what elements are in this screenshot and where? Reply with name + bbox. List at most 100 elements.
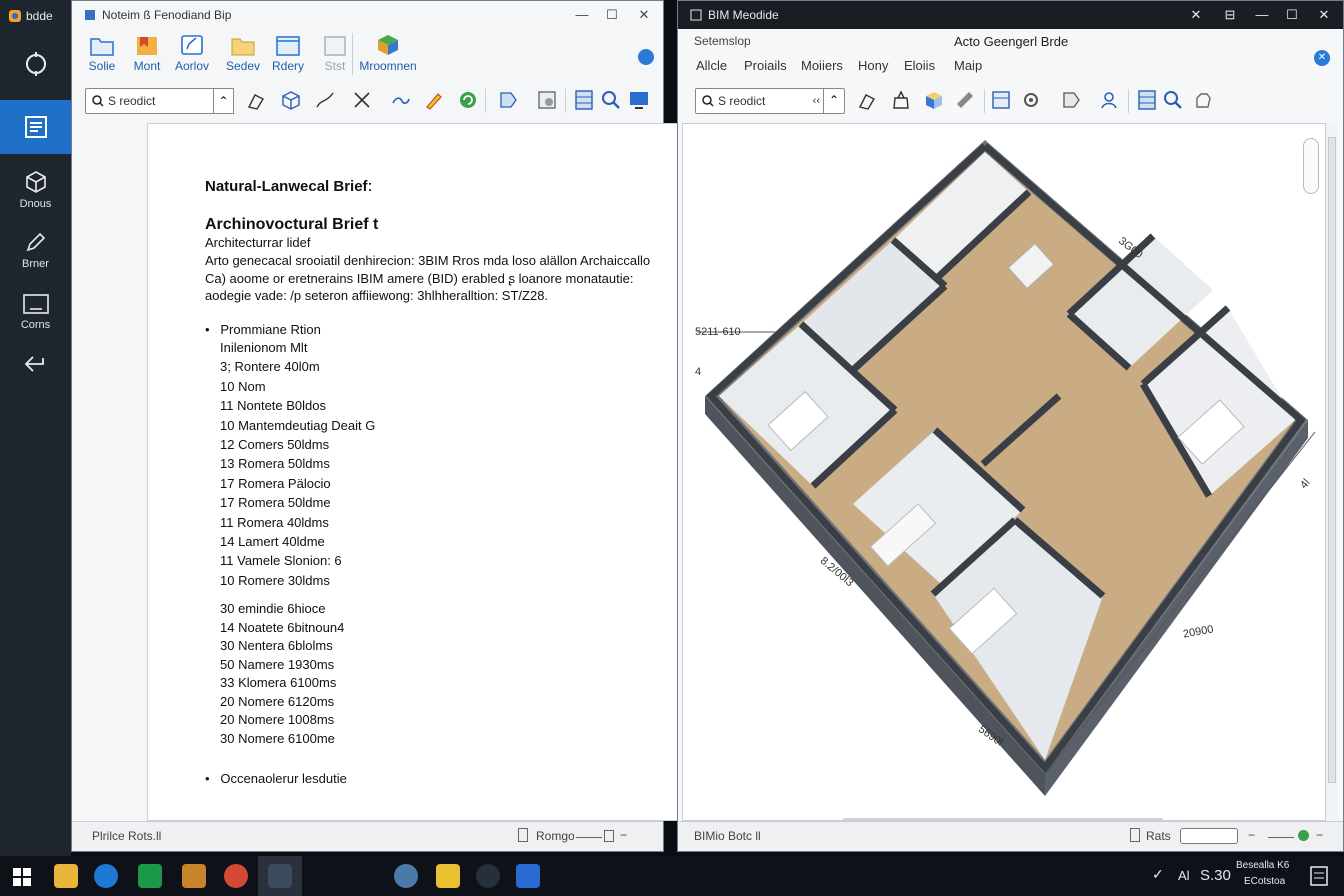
draw-tool-icon[interactable] xyxy=(314,89,336,111)
menu-item[interactable]: Eloiis xyxy=(904,58,935,73)
tag-tool-icon[interactable] xyxy=(1060,89,1082,111)
chevron-up-button[interactable]: ⌃ xyxy=(823,88,844,114)
notification-center-icon[interactable] xyxy=(1310,866,1328,886)
dimension-label: 5211-610 xyxy=(695,326,741,338)
doc-list-item: 20 Nomere 6120ms xyxy=(220,693,335,709)
erase-tool-icon[interactable] xyxy=(245,89,267,111)
document-window: Noteim ß Fenodiand Bip — ☐ ✕ Solie Mont … xyxy=(71,0,733,852)
doc-list-item: 11 Nontete B0ldos xyxy=(220,398,326,414)
zoom-out-button[interactable]: − xyxy=(620,828,627,842)
cube-tool-icon[interactable] xyxy=(923,89,945,111)
grid-tool-icon[interactable] xyxy=(573,89,595,111)
viewcube-nav-control[interactable] xyxy=(1303,138,1319,194)
sidebar-item-label: Dnous xyxy=(19,198,52,210)
document-canvas[interactable]: Natural-Lanwecal Briefː Archinovoctural … xyxy=(147,123,733,822)
ribbon-rdery-button[interactable]: Rdery xyxy=(262,33,314,73)
box-tool-icon[interactable] xyxy=(280,89,302,111)
sidebar-item-back[interactable] xyxy=(0,336,71,392)
refresh-icon[interactable] xyxy=(457,89,479,111)
bookmark-app-icon[interactable] xyxy=(182,864,206,888)
store-app-icon[interactable] xyxy=(516,864,540,888)
edge-browser-icon[interactable] xyxy=(94,864,118,888)
hand-tool-icon[interactable] xyxy=(1192,89,1214,111)
signal-indicator[interactable]: Al xyxy=(1178,868,1190,883)
menu-item[interactable]: Proiails xyxy=(744,58,787,73)
ribbon-label: Sedev xyxy=(225,59,261,73)
maximize-button[interactable]: ☐ xyxy=(1278,5,1306,25)
frame-icon xyxy=(22,294,49,314)
chevron-up-button[interactable]: ⌃ xyxy=(213,88,234,114)
cloud-app-icon[interactable] xyxy=(394,864,418,888)
doc-list-item: 12 Comers 50ldms xyxy=(220,437,330,452)
settings-doc-icon[interactable] xyxy=(536,89,558,111)
chat-app-icon[interactable] xyxy=(138,864,162,888)
highlighter-icon[interactable] xyxy=(423,89,445,111)
cad-app-icon[interactable] xyxy=(436,864,460,888)
menu-item[interactable]: Moiiers xyxy=(801,58,843,73)
panel-tool-icon[interactable] xyxy=(990,89,1012,111)
grid-tool-icon[interactable] xyxy=(1136,89,1158,111)
close-button[interactable]: ✕ xyxy=(630,5,658,25)
ruler-tool-icon[interactable] xyxy=(954,89,976,111)
chrome-browser-icon[interactable] xyxy=(224,864,248,888)
maximize-button[interactable]: ☐ xyxy=(598,5,626,25)
bim-scrollbar-thumb[interactable] xyxy=(1328,137,1336,783)
sidebar-item-dnous[interactable]: Dnous xyxy=(0,162,71,218)
gear-icon[interactable] xyxy=(1020,89,1042,111)
help-badge-icon[interactable] xyxy=(638,49,654,65)
clock-time[interactable]: S.30 xyxy=(1200,867,1231,884)
restore-button[interactable]: ⊟ xyxy=(1216,5,1244,25)
ribbon-mroomnen-button[interactable]: Mroomnen xyxy=(359,33,417,73)
doc-list-item: 10 Nom xyxy=(220,378,266,394)
sidebar-item-documents[interactable] xyxy=(0,100,71,154)
bim-vertical-scrollbar[interactable] xyxy=(1326,123,1338,821)
doc-bullet: • Prommiane Rtion xyxy=(205,322,321,337)
menu-item[interactable]: Hony xyxy=(858,58,888,73)
tag-tool-icon[interactable] xyxy=(497,89,519,111)
menu-item[interactable]: Allcle xyxy=(696,58,727,73)
sidebar-item-corns[interactable]: Corns xyxy=(0,284,71,340)
user-search-icon[interactable] xyxy=(1099,89,1121,111)
ribbon-aorlov-button[interactable]: Aorlov xyxy=(166,33,218,73)
minimize-button[interactable]: — xyxy=(568,5,596,25)
zoom-icon[interactable] xyxy=(600,89,622,111)
zoom-icon[interactable] xyxy=(1162,89,1184,111)
monitor-icon[interactable] xyxy=(628,89,650,111)
close-x-button[interactable]: ✕ xyxy=(1182,5,1210,25)
close-button[interactable]: ✕ xyxy=(1310,5,1338,25)
sidebar-item-target[interactable] xyxy=(0,36,71,92)
zoom-slider[interactable] xyxy=(1180,828,1238,844)
cut-tool-icon[interactable] xyxy=(351,89,373,111)
file-explorer-icon[interactable] xyxy=(54,864,78,888)
zoom-out-button[interactable]: − xyxy=(1248,828,1255,842)
app-name: bdde xyxy=(26,9,53,23)
link-tool-icon[interactable] xyxy=(390,89,412,111)
zoom-track[interactable] xyxy=(1268,837,1294,838)
erase-tool-icon[interactable] xyxy=(856,89,878,111)
ribbon-stst-button[interactable]: Stst xyxy=(309,33,361,73)
sidebar-item-brner[interactable]: Brner xyxy=(0,222,71,278)
bim-window-title: BIM Meodide xyxy=(708,8,779,22)
doc-list-item: 14 Noatete 6bitnoun4 xyxy=(220,619,345,635)
bim-viewport[interactable]: 3G00 5211-610 4 8.2/00l3 20900 5690l 4l xyxy=(682,123,1326,821)
search-input[interactable]: S reodict ‹‹ xyxy=(85,88,233,114)
zoom-box[interactable] xyxy=(604,830,614,842)
doc-heading-secondary: Archinovoctural Brief t xyxy=(205,216,379,233)
zoom-in-button[interactable]: − xyxy=(1316,828,1323,842)
zoom-slider[interactable] xyxy=(576,837,602,838)
terminal-app-icon[interactable] xyxy=(268,864,292,888)
edit-box-icon xyxy=(181,35,203,55)
doc-list-item: Inilenionom Mlt xyxy=(220,340,308,355)
dimension-label: 4 xyxy=(695,366,702,378)
app-logo[interactable]: bdde xyxy=(8,6,70,26)
minimize-button[interactable]: — xyxy=(1248,5,1276,25)
loading-app-icon[interactable] xyxy=(476,864,500,888)
bag-tool-icon[interactable] xyxy=(890,89,912,111)
menu-item[interactable]: Maip xyxy=(954,58,982,73)
close-panel-icon[interactable]: ✕ xyxy=(1314,50,1330,66)
menu-setemslop[interactable]: Setemslop xyxy=(694,34,751,48)
start-windows-icon[interactable] xyxy=(13,868,31,886)
floor-plan-3d[interactable] xyxy=(683,124,1326,821)
chevron-down-icon[interactable]: ✓ xyxy=(1152,866,1164,883)
doc-heading-primary: Natural-Lanwecal Briefː xyxy=(205,178,373,195)
